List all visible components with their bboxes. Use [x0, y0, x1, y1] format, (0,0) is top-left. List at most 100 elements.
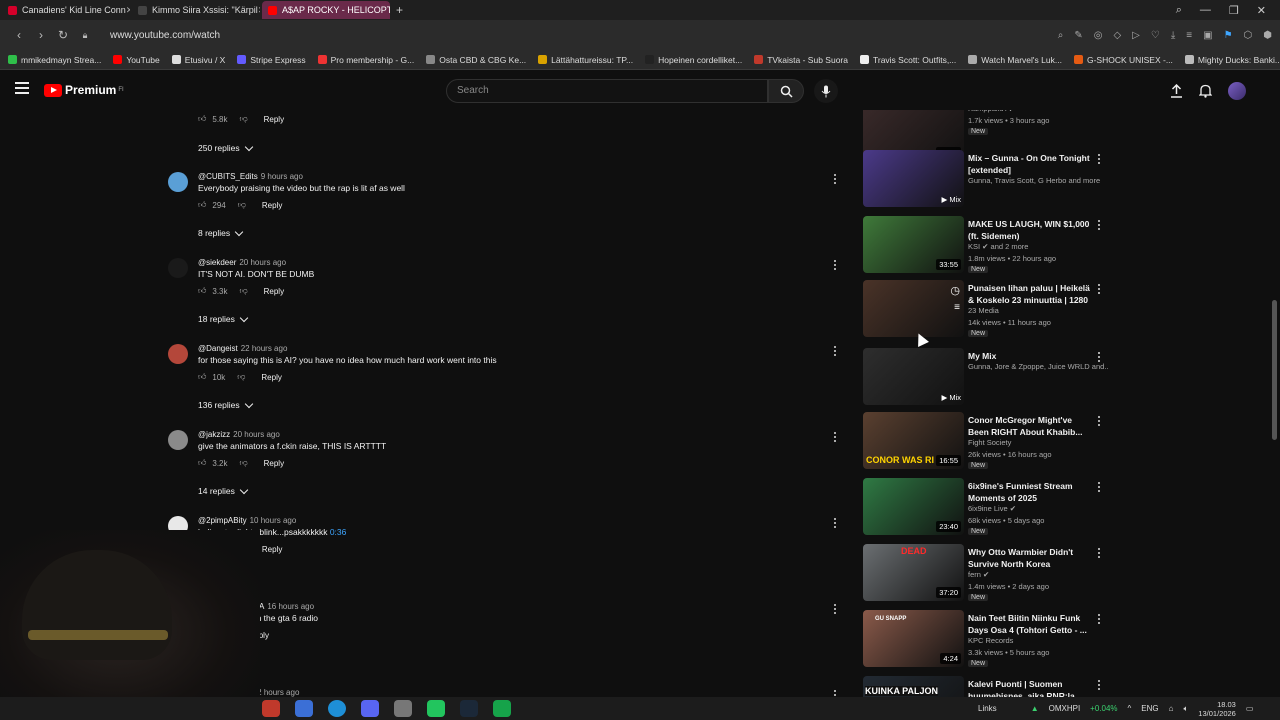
volume-icon[interactable]: 🔈︎ — [1183, 704, 1188, 714]
video-channel[interactable]: Gunna, Travis Scott, G Herbo and more — [968, 176, 1108, 185]
dislike-icon[interactable]: 👎︎ — [238, 200, 246, 210]
bookmark-item[interactable]: Osta CBD & CBG Ke... — [426, 55, 526, 65]
like-icon[interactable]: 👍︎ — [198, 286, 206, 296]
shield-app-icon[interactable] — [394, 700, 412, 717]
browser-tab-1[interactable]: Canadiens' Kid Line Conn ✕ — [2, 1, 130, 19]
voice-search-button[interactable] — [814, 79, 838, 103]
cube-icon[interactable]: ⬡ — [1244, 30, 1253, 41]
bookmark-item[interactable]: G-SHOCK UNISEX -... — [1073, 55, 1173, 65]
video-thumbnail[interactable]: ▶ Mix — [863, 348, 964, 405]
heart-icon[interactable]: ♡ — [1151, 30, 1160, 41]
video-channel[interactable]: 6ix9ine Live ✔ — [968, 504, 1108, 513]
video-thumbnail[interactable]: ▶ Mix — [863, 150, 964, 207]
show-replies-button[interactable]: 18 replies — [198, 313, 249, 324]
video-thumbnail[interactable]: 33:55 — [863, 216, 964, 273]
recommended-video[interactable]: ◷ ≡ Punaisen lihan paluu | Heikelä & Koske… — [860, 280, 1120, 342]
comment-more-icon[interactable] — [834, 174, 838, 184]
close-window-icon[interactable]: ✕ — [1257, 4, 1266, 17]
recommended-video[interactable]: ▶ Mix My Mix Gunna, Jore & Zpoppe, Juice W… — [860, 348, 1120, 410]
dislike-icon[interactable]: 👎︎ — [240, 458, 248, 468]
zoom-icon[interactable]: ⌕ — [1058, 30, 1064, 41]
bookmark-item[interactable]: Pro membership - G... — [317, 55, 414, 65]
edit-icon[interactable]: ✎ — [1074, 30, 1082, 41]
video-more-icon[interactable] — [1098, 416, 1100, 426]
reply-button[interactable]: Reply — [262, 545, 282, 554]
video-thumbnail[interactable]: GU SNAPP 4:24 — [863, 610, 964, 667]
recommended-video[interactable]: ▶ Mix Mix – Gunna - On One Tonight [exten… — [860, 150, 1120, 212]
taskbar-app-red-icon[interactable] — [262, 700, 280, 717]
video-more-icon[interactable] — [1098, 154, 1100, 164]
comment-more-icon[interactable] — [834, 604, 838, 614]
video-title[interactable]: My Mix — [968, 350, 1094, 362]
search-button[interactable] — [768, 79, 804, 103]
bookmark-item[interactable]: Stripe Express — [237, 55, 306, 65]
upload-icon[interactable] — [1170, 84, 1183, 98]
comment-more-icon[interactable] — [834, 260, 838, 270]
video-channel[interactable]: Gunna, Jore & Zpoppe, Juice WRLD and... — [968, 362, 1108, 371]
close-tab-icon[interactable]: ✕ — [258, 5, 260, 16]
avatar[interactable] — [168, 344, 188, 364]
reload-icon[interactable]: ↻ — [52, 28, 74, 42]
video-title[interactable]: Punaisen lihan paluu | Heikelä & Koskelo… — [968, 282, 1094, 306]
menu-lines-icon[interactable]: ≡ — [1186, 30, 1192, 41]
recommended-video[interactable]: 23:40 6ix9ine's Funniest Stream Moments o… — [860, 478, 1120, 540]
watch-later-icon[interactable]: ◷ — [950, 284, 960, 297]
youtube-logo[interactable]: Premium FI — [44, 83, 124, 97]
video-title[interactable]: Nain Teet Biitin Niinku Funk Days Osa 4 … — [968, 612, 1094, 636]
comment-time[interactable]: 9 hours ago — [261, 172, 303, 181]
avatar[interactable] — [168, 258, 188, 278]
comment-more-icon[interactable] — [834, 346, 838, 356]
reply-button[interactable]: Reply — [262, 201, 282, 210]
recommended-video[interactable]: GU SNAPP 4:24 Nain Teet Biitin Niinku Funk… — [860, 610, 1120, 672]
bookmark-item[interactable]: mmikedmayn Strea... — [8, 55, 101, 65]
maximize-icon[interactable]: ❐ — [1229, 4, 1239, 17]
comment-time[interactable]: 22 hours ago — [241, 344, 288, 353]
like-icon[interactable]: 👍︎ — [198, 200, 206, 210]
comment-author[interactable]: @CUBITS_Edits — [198, 172, 258, 181]
bookmark-item[interactable]: Hopeinen cordelliket... — [645, 55, 742, 65]
comment-author[interactable]: @Dangeist — [198, 344, 238, 353]
dislike-icon[interactable]: 👎︎ — [237, 372, 245, 382]
language-indicator[interactable]: ENG — [1141, 704, 1158, 713]
video-more-icon[interactable] — [1098, 614, 1100, 624]
like-icon[interactable]: 👍︎ — [198, 372, 206, 382]
forward-icon[interactable]: › — [30, 28, 52, 42]
ai-icon[interactable]: ⬢ — [1263, 30, 1272, 41]
comment-time[interactable]: 16 hours ago — [267, 602, 314, 611]
video-more-icon[interactable] — [1098, 352, 1100, 362]
links-toolbar[interactable]: Links — [978, 704, 997, 713]
steam-icon[interactable] — [460, 700, 478, 717]
page-scrollbar[interactable] — [1272, 300, 1277, 440]
bookmark-item[interactable]: Travis Scott: Outfits,... — [859, 55, 956, 65]
tray-chevron-icon[interactable]: ^ — [1128, 704, 1132, 713]
bookmark-item[interactable]: YouTube — [113, 55, 160, 65]
video-channel[interactable]: KPC Records — [968, 636, 1108, 645]
bookmark-item[interactable]: TVkaista - Sub Suora — [754, 55, 848, 65]
minimize-icon[interactable]: — — [1200, 4, 1211, 17]
account-avatar[interactable] — [1228, 82, 1246, 100]
video-thumbnail[interactable]: DEAD 37:20 — [863, 544, 964, 601]
video-channel[interactable]: fern ✔ — [968, 570, 1108, 579]
camera-icon[interactable]: ◎ — [1094, 30, 1103, 41]
video-title[interactable]: 6ix9ine's Funniest Stream Moments of 202… — [968, 480, 1094, 504]
video-more-icon[interactable] — [1098, 220, 1100, 230]
comment-time[interactable]: 10 hours ago — [250, 516, 297, 525]
shield-icon[interactable]: ◇ — [1113, 30, 1121, 41]
show-replies-button[interactable]: 14 replies — [198, 485, 249, 496]
reply-button[interactable]: Reply — [264, 459, 284, 468]
video-title[interactable]: MAKE US LAUGH, WIN $1,000 (ft. Sidemen) — [968, 218, 1094, 242]
browser-tab-2[interactable]: Kimmo Siira Xssisi: "Kärpil ✕ — [132, 1, 260, 19]
video-channel[interactable]: Fight Society — [968, 438, 1108, 447]
video-thumbnail[interactable]: CONOR WAS RI 16:55 — [863, 412, 964, 469]
play-icon[interactable]: ▷ — [1132, 30, 1140, 41]
video-more-icon[interactable] — [1098, 680, 1100, 690]
download-icon[interactable]: ⤓ — [1171, 30, 1175, 41]
bookmark-item[interactable]: Watch Marvel's Luk... — [968, 55, 1062, 65]
notifications-bell-icon[interactable] — [1199, 84, 1212, 98]
avatar[interactable] — [168, 430, 188, 450]
avatar[interactable] — [168, 172, 188, 192]
video-title[interactable]: Conor McGregor Might've Been RIGHT About… — [968, 414, 1094, 438]
network-icon[interactable]: ⌂ — [1169, 704, 1174, 713]
stock-ticker[interactable]: OMXHPI — [1049, 704, 1081, 713]
bookmark-item[interactable]: Mighty Ducks: Banki... — [1184, 55, 1280, 65]
